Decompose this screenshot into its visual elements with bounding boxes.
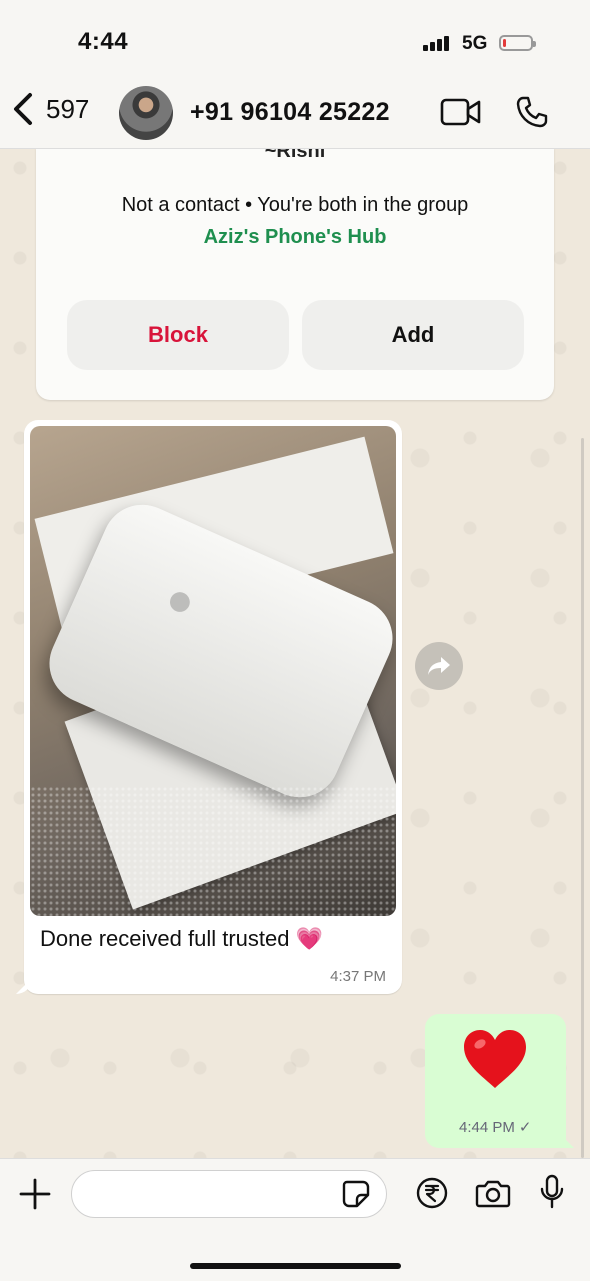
chevron-left-icon [14, 93, 32, 125]
incoming-message[interactable]: ● Done received full trusted 💗 4:37 PM [24, 420, 402, 994]
block-button[interactable]: Block [67, 300, 289, 370]
voice-message-button[interactable] [539, 1174, 565, 1215]
unread-count: 597 [46, 93, 90, 124]
message-photo[interactable]: ● [30, 426, 396, 916]
message-input[interactable] [71, 1170, 387, 1218]
payment-button[interactable] [416, 1177, 448, 1214]
scrollbar[interactable] [581, 438, 584, 1158]
phone-icon [516, 96, 548, 128]
contact-name[interactable]: +91 96104 25222 [190, 98, 390, 127]
forward-button[interactable] [415, 642, 463, 690]
camera-button[interactable] [475, 1178, 511, 1213]
sticker-icon [342, 1180, 370, 1208]
message-caption: Done received full trusted 💗 [40, 926, 323, 952]
signal-icon [423, 36, 449, 51]
sticker-button[interactable] [341, 1179, 371, 1214]
forward-icon [428, 657, 450, 675]
voice-call-button[interactable] [515, 95, 549, 134]
video-camera-icon [440, 98, 481, 126]
camera-icon [475, 1180, 511, 1208]
group-link[interactable]: Aziz's Phone's Hub [36, 226, 554, 249]
apple-logo-icon: ● [166, 573, 194, 625]
status-time: 4:44 [78, 28, 129, 55]
caption-text: Done received full trusted [40, 926, 290, 951]
top-bar: 4:44 5G 597 +91 96104 25222 [0, 0, 590, 149]
rupee-icon [416, 1177, 448, 1209]
microphone-icon [540, 1174, 564, 1209]
contact-info-card: ~Rishi Not a contact • You're both in th… [36, 140, 554, 400]
outgoing-message[interactable]: 4:44 PM ✓ [425, 1014, 566, 1148]
contact-relation: Not a contact • You're both in the group [121, 194, 469, 216]
battery-icon [499, 35, 536, 51]
attach-button[interactable] [18, 1177, 52, 1216]
plus-icon [19, 1178, 51, 1210]
network-type: 5G [462, 33, 488, 54]
message-time: 4:37 PM [330, 968, 386, 985]
home-indicator[interactable] [190, 1263, 401, 1269]
sent-tick-icon: ✓ [518, 1119, 532, 1136]
chat-area[interactable]: ~Rishi Not a contact • You're both in th… [0, 140, 590, 1158]
time-text: 4:44 PM [459, 1119, 515, 1136]
add-contact-button[interactable]: Add [302, 300, 524, 370]
message-time: 4:44 PM ✓ [459, 1118, 531, 1136]
video-call-button[interactable] [440, 97, 482, 132]
avatar[interactable] [119, 86, 173, 140]
sparkling-heart-emoji: 💗 [295, 926, 323, 951]
composer-bar [0, 1158, 590, 1281]
heart-icon [462, 1028, 528, 1095]
back-button[interactable]: 597 [10, 92, 89, 126]
